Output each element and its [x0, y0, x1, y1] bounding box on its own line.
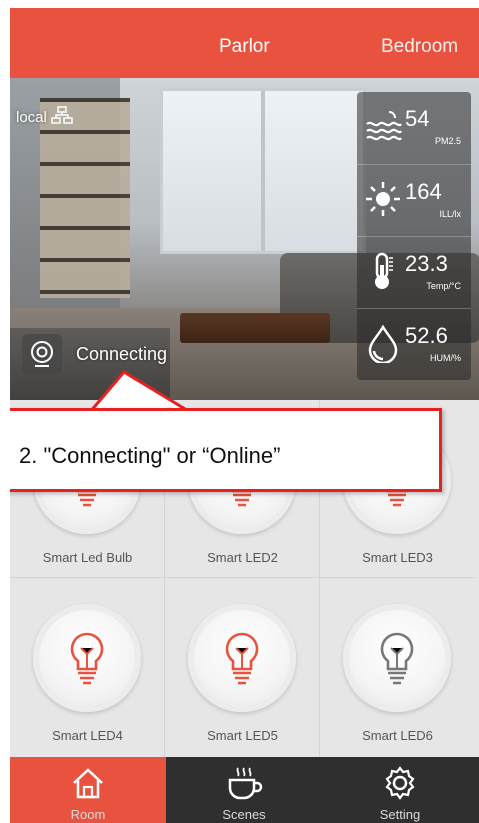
sensor-panel: 54 PM2.5 164 ILL/lx 23.3 Temp/°C 52.6 HU…	[357, 92, 471, 380]
pm25-unit: PM2.5	[434, 136, 461, 146]
humidity-value: 52.6	[405, 323, 448, 348]
pm25-icon	[366, 111, 402, 141]
device-card[interactable]: Smart LED6	[320, 578, 475, 756]
gear-icon	[385, 766, 415, 800]
humidity-unit: HUM/%	[430, 353, 461, 363]
device-label: Smart LED4	[52, 728, 123, 743]
humidity-icon	[368, 324, 398, 363]
bulb-off-icon	[380, 632, 414, 685]
connection-status: Connecting	[76, 343, 168, 364]
tab-parlor[interactable]: Parlor	[219, 36, 270, 58]
window-image	[160, 88, 366, 254]
bulb-toggle[interactable]	[188, 604, 296, 712]
temperature-value: 23.3	[405, 251, 448, 276]
home-icon	[73, 768, 103, 799]
pm25-value: 54	[405, 106, 430, 131]
illuminance-value: 164	[405, 179, 442, 204]
nav-scenes[interactable]: Scenes	[166, 757, 322, 823]
bulb-toggle[interactable]	[343, 604, 451, 712]
app-frame: Parlor Bedroom local 54 PM2.5 164 ILL/lx…	[10, 8, 479, 823]
nav-setting-label: Setting	[379, 807, 421, 822]
nav-setting[interactable]: Setting	[322, 757, 478, 823]
temperature-unit: Temp/°C	[426, 281, 461, 291]
device-label: Smart LED5	[207, 728, 278, 743]
coffee-table-image	[180, 313, 330, 343]
connection-mode[interactable]: local	[16, 106, 73, 128]
device-label: Smart LED6	[362, 728, 433, 743]
room-tab-bar: Parlor Bedroom	[10, 8, 479, 78]
device-card[interactable]: Smart LED5	[165, 578, 320, 756]
nav-room-label: Room	[70, 807, 106, 822]
sensor-illuminance: 164 ILL/lx	[357, 164, 471, 237]
bulb-icon	[225, 632, 259, 685]
mode-label: local	[16, 108, 47, 126]
bookshelf-image	[40, 98, 130, 298]
callout-text: 2. "Connecting" or “Online”	[19, 443, 281, 468]
thermometer-icon	[375, 252, 393, 289]
illuminance-unit: ILL/lx	[439, 209, 461, 219]
nav-scenes-label: Scenes	[222, 807, 266, 822]
sun-icon	[366, 182, 400, 216]
nav-room[interactable]: Room	[10, 757, 166, 823]
device-card[interactable]: Smart LED4	[10, 578, 165, 756]
room-photo: local 54 PM2.5 164 ILL/lx 23.3 Temp/°C 5…	[10, 78, 479, 400]
bulb-icon	[70, 632, 104, 685]
sensor-temperature: 23.3 Temp/°C	[357, 236, 471, 309]
camera-icon	[22, 334, 62, 374]
sensor-pm25: 54 PM2.5	[357, 92, 471, 164]
cup-icon	[228, 767, 263, 800]
device-label: Smart LED2	[207, 550, 278, 565]
device-label: Smart LED3	[362, 550, 433, 565]
annotation-callout: 2. "Connecting" or “Online”	[10, 408, 442, 492]
device-label: Smart Led Bulb	[42, 550, 133, 565]
network-icon	[51, 106, 73, 128]
sensor-humidity: 52.6 HUM/%	[357, 308, 471, 381]
bulb-toggle[interactable]	[33, 604, 141, 712]
bottom-nav: Room Scenes Setting	[10, 757, 479, 823]
tab-bedroom[interactable]: Bedroom	[381, 36, 458, 58]
